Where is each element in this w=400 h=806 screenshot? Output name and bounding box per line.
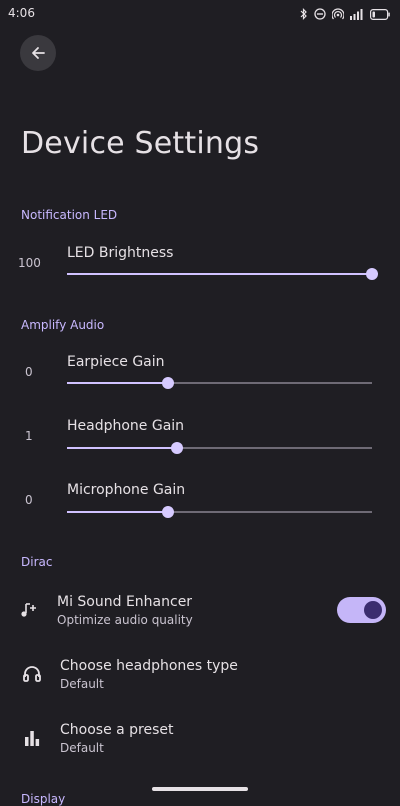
slider-value: 0	[25, 493, 33, 507]
toggle-knob	[364, 601, 382, 619]
slider-fill	[67, 447, 177, 449]
slider-fill	[67, 273, 372, 275]
pref-title: Choose a preset	[60, 722, 174, 738]
do-not-disturb-icon	[314, 8, 326, 20]
slider-thumb[interactable]	[161, 377, 174, 389]
status-time: 4:06	[8, 6, 35, 20]
mi-sound-enhancer-toggle[interactable]	[337, 597, 386, 623]
pref-title: Choose headphones type	[60, 658, 238, 674]
bluetooth-icon	[300, 8, 307, 20]
slider-value: 1	[25, 429, 33, 443]
status-icons	[300, 6, 390, 22]
status-bar: 4:06	[0, 0, 400, 28]
slider-title: LED Brightness	[67, 245, 174, 261]
slider-track[interactable]	[67, 506, 372, 518]
arrow-back-icon	[32, 47, 45, 59]
signal-icon	[350, 8, 363, 20]
slider-thumb[interactable]	[170, 442, 183, 454]
equalizer-icon	[20, 726, 44, 750]
pref-title: Mi Sound Enhancer	[57, 594, 193, 610]
gesture-nav-handle[interactable]	[152, 787, 248, 791]
pref-summary: Optimize audio quality	[57, 613, 193, 627]
slider-title: Earpiece Gain	[67, 354, 165, 370]
hotspot-icon	[332, 8, 344, 20]
headphones-icon	[20, 662, 44, 686]
slider-value: 100	[18, 256, 41, 270]
section-header-notification-led: Notification LED	[21, 208, 118, 222]
section-header-dirac: Dirac	[21, 555, 53, 569]
music-note-add-icon	[17, 598, 41, 622]
pref-summary: Default	[60, 677, 104, 691]
section-header-display: Display	[21, 792, 66, 806]
slider-track[interactable]	[67, 442, 372, 454]
slider-fill	[67, 511, 168, 513]
slider-thumb[interactable]	[366, 268, 378, 280]
page-title: Device Settings	[21, 126, 260, 161]
slider-track[interactable]	[67, 377, 372, 389]
slider-value: 0	[25, 365, 33, 379]
slider-fill	[67, 382, 168, 384]
back-button[interactable]	[20, 35, 56, 71]
pref-summary: Default	[60, 741, 104, 755]
battery-icon	[370, 8, 390, 20]
section-header-amplify-audio: Amplify Audio	[21, 318, 105, 332]
slider-title: Microphone Gain	[67, 482, 186, 498]
slider-track[interactable]	[67, 268, 378, 280]
slider-title: Headphone Gain	[67, 418, 185, 434]
slider-thumb[interactable]	[161, 506, 174, 518]
